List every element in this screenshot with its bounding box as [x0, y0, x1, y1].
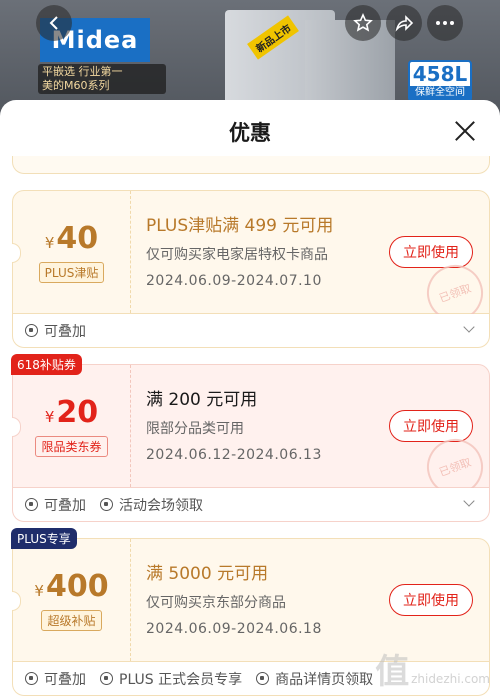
- currency-symbol: ¥: [44, 408, 55, 426]
- stack-icon: [25, 498, 38, 511]
- plus-member-label: PLUS 正式会员专享: [119, 671, 243, 688]
- coupon-corner-tag: 618补贴券: [11, 354, 82, 375]
- stack-icon: [25, 324, 38, 337]
- favorite-button[interactable]: [345, 5, 381, 41]
- venue-claim-label: 活动会场领取: [119, 497, 203, 514]
- star-icon: [353, 13, 373, 32]
- share-button[interactable]: [386, 5, 422, 41]
- coupon-body: ¥ 40 PLUS津贴 PLUS津贴满 499 元可用 仅可购买家电家居特权卡商…: [12, 190, 491, 329]
- coupon-dates: 2024.06.09-2024.06.18: [146, 621, 322, 637]
- chevron-left-icon: [49, 16, 58, 30]
- back-button[interactable]: [36, 5, 72, 41]
- coupon-type-tag: 限品类东券: [35, 436, 108, 457]
- amount-value: 400: [45, 569, 109, 604]
- coupon-footer[interactable]: 可叠加: [12, 314, 490, 348]
- coupon-info: 满 5000 元可用 仅可购买京东部分商品 2024.06.09-2024.06…: [131, 539, 489, 661]
- coupon-amount: ¥ 20: [45, 395, 98, 430]
- coupon-type-tag: 超级补贴: [41, 610, 102, 631]
- watermark-logo: 值: [375, 652, 409, 692]
- detail-claim-label: 商品详情页领取: [275, 671, 374, 688]
- coupon-amount: ¥ 400: [34, 569, 108, 604]
- coupon-condition: 满 200 元可用: [146, 390, 258, 410]
- capacity-value: 458L: [412, 62, 468, 86]
- coupon-amount-area: ¥ 40 PLUS津贴: [13, 191, 131, 313]
- coupon-amount-area: ¥ 400 超级补贴: [13, 539, 131, 661]
- watermark-site: zhidezhi.com: [411, 672, 490, 686]
- coupon-amount: ¥ 40: [45, 221, 98, 256]
- plus-member-info: PLUS 正式会员专享: [100, 669, 242, 689]
- sheet-header: 优惠: [0, 100, 500, 164]
- coupon-sheet: 优惠 ¥ 40 PLUS津贴 PLUS津贴满 499 元可用 仅可购买家电家居特…: [0, 100, 500, 699]
- currency-symbol: ¥: [44, 234, 55, 252]
- coupon-corner-tag: PLUS专享: [11, 528, 77, 549]
- stackable-info: 可叠加: [25, 321, 86, 341]
- stackable-label: 可叠加: [44, 671, 86, 688]
- share-icon: [395, 15, 414, 32]
- detail-icon: [256, 672, 270, 685]
- crown-icon: [100, 672, 113, 685]
- more-button[interactable]: [427, 5, 463, 41]
- use-now-button[interactable]: 立即使用: [389, 236, 473, 268]
- close-button[interactable]: [452, 118, 478, 144]
- coupon-amount-area: ¥ 20 限品类东券: [13, 365, 131, 487]
- use-now-button[interactable]: 立即使用: [389, 584, 473, 616]
- stack-icon: [25, 672, 38, 685]
- promo-line-1: 平嵌选 行业第一: [42, 65, 123, 78]
- coupon-card: ¥ 40 PLUS津贴 PLUS津贴满 499 元可用 仅可购买家电家居特权卡商…: [12, 190, 491, 348]
- chevron-down-icon[interactable]: [463, 321, 475, 333]
- promo-line-2: 美的M60系列: [42, 79, 110, 92]
- amount-value: 20: [56, 395, 99, 430]
- coupon-body: ¥ 20 限品类东券 满 200 元可用 限部分品类可用 2024.06.12-…: [12, 364, 491, 503]
- coupon-card: 618补贴券 ¥ 20 限品类东券 满 200 元可用 限部分品类可用 2024…: [11, 354, 491, 522]
- stackable-info: 可叠加: [25, 669, 86, 689]
- previous-coupon-edge: [12, 156, 490, 174]
- venue-claim-info: 活动会场领取: [100, 495, 203, 515]
- stackable-label: 可叠加: [44, 323, 86, 340]
- coupon-condition: 满 5000 元可用: [146, 564, 269, 584]
- coupon-condition: PLUS津贴满 499 元可用: [146, 216, 334, 236]
- promo-banner: 平嵌选 行业第一 美的M60系列: [38, 64, 166, 94]
- amount-value: 40: [56, 221, 99, 256]
- currency-symbol: ¥: [34, 582, 44, 600]
- detail-claim-info: 商品详情页领取: [256, 669, 373, 689]
- stackable-label: 可叠加: [44, 497, 86, 514]
- use-now-button[interactable]: 立即使用: [389, 410, 473, 442]
- capacity-sub: 保鲜全空间: [410, 86, 470, 100]
- coupon-type-tag: PLUS津贴: [38, 262, 105, 283]
- coupon-footer[interactable]: 可叠加 活动会场领取: [12, 488, 490, 522]
- site-watermark: 值 zhidezhi.com: [375, 644, 490, 693]
- more-dots-icon: [436, 21, 454, 25]
- capacity-badge: 458L 保鲜全空间: [408, 60, 472, 102]
- stackable-info: 可叠加: [25, 495, 86, 515]
- chevron-down-icon[interactable]: [463, 495, 475, 507]
- venue-icon: [100, 498, 113, 511]
- sheet-title: 优惠: [229, 121, 271, 145]
